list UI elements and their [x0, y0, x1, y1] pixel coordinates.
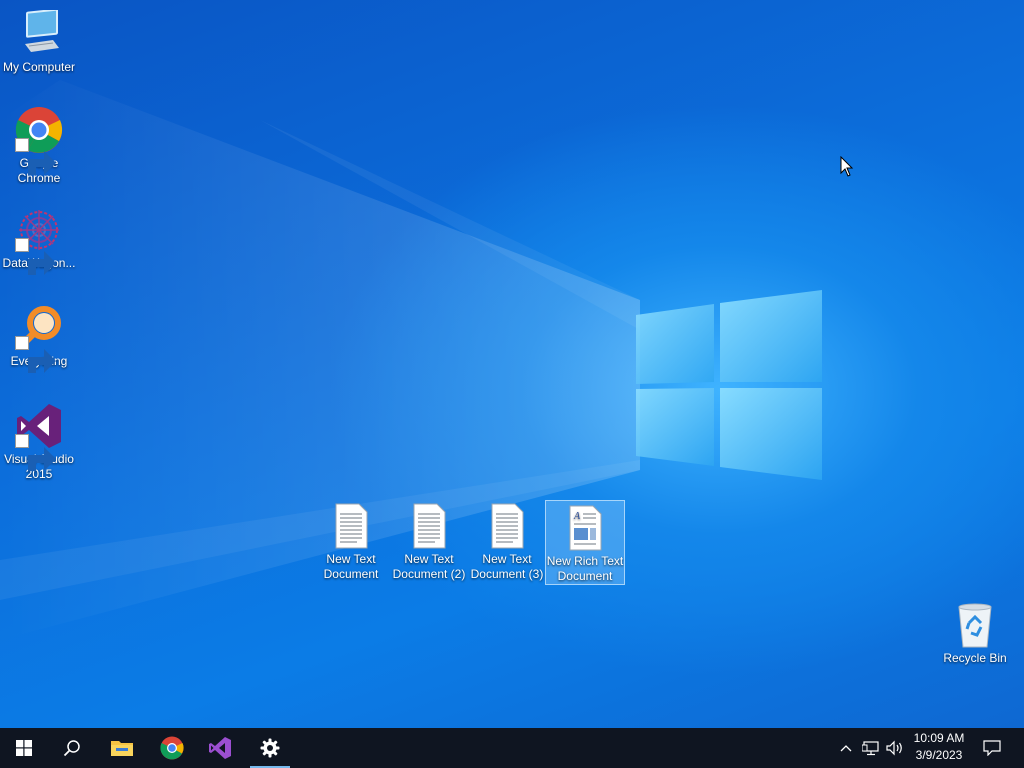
desktop-icon-recycle-bin[interactable]: Recycle Bin [936, 601, 1014, 666]
desktop-icon-visual-studio[interactable]: Visual Studio 2015 [0, 402, 78, 482]
desktop-icon-label: My Computer [2, 60, 76, 74]
search-icon [63, 740, 80, 757]
start-button[interactable] [0, 728, 48, 768]
shortcut-arrow-icon [15, 434, 56, 471]
recycle-bin-icon [951, 601, 999, 649]
gear-icon [260, 738, 280, 758]
svg-text:A: A [573, 511, 581, 522]
desktop-icon-label: Recycle Bin [943, 651, 1007, 665]
shortcut-arrow-icon [15, 238, 56, 275]
datawagon-icon [15, 206, 63, 275]
action-center-button[interactable] [978, 728, 1006, 768]
desktop-icon-new-rich-text-document[interactable]: A New Rich Text Document [545, 500, 625, 585]
computer-icon [15, 10, 63, 58]
search-button[interactable] [48, 728, 96, 768]
desktop-icon-my-computer[interactable]: My Computer [0, 10, 78, 75]
desktop-icon-new-text-document-3[interactable]: New Text Document (3) [468, 502, 546, 582]
windows-logo [636, 290, 822, 480]
tray-volume[interactable] [884, 728, 906, 768]
desktop-icon-new-text-document[interactable]: New Text Document [312, 502, 390, 582]
wallpaper-light-beams [0, 80, 640, 640]
volume-icon [886, 740, 902, 756]
taskbar-google-chrome[interactable] [148, 728, 196, 768]
visual-studio-icon [209, 737, 231, 759]
rich-text-document-icon: A [561, 504, 609, 552]
desktop-icon-everything[interactable]: Everything [0, 304, 78, 373]
chrome-icon [160, 736, 184, 760]
clock-date: 3/9/2023 [915, 748, 963, 762]
mouse-pointer-icon [840, 156, 854, 177]
tray-show-hidden-icons[interactable] [836, 728, 856, 768]
desktop-icon-label: New Text Document (3) [470, 552, 544, 581]
tray-network[interactable] [860, 728, 882, 768]
shortcut-arrow-icon [15, 138, 56, 175]
system-clock[interactable]: 10:09 AM 3/9/2023 [905, 730, 973, 766]
text-document-icon [405, 502, 453, 550]
desktop[interactable]: My Computer Google Chrome [0, 0, 1024, 728]
taskbar-visual-studio[interactable] [196, 728, 244, 768]
visual-studio-icon [15, 402, 63, 471]
desktop-icon-new-text-document-2[interactable]: New Text Document (2) [390, 502, 468, 582]
chevron-up-icon [840, 745, 852, 752]
desktop-icon-datawagon[interactable]: DataWagon... [0, 206, 78, 275]
taskbar-file-explorer[interactable] [98, 728, 146, 768]
taskbar-settings[interactable] [246, 728, 294, 768]
folder-icon [111, 741, 133, 756]
text-document-icon [483, 502, 531, 550]
notification-icon [983, 740, 1001, 756]
desktop-icon-google-chrome[interactable]: Google Chrome [0, 106, 78, 186]
everything-icon [15, 304, 63, 373]
text-document-icon [327, 502, 375, 550]
clock-time: 10:09 AM [913, 731, 965, 745]
desktop-icon-label: New Text Document (2) [392, 552, 466, 581]
network-icon [862, 741, 879, 756]
desktop-icon-label: New Rich Text Document [546, 554, 624, 583]
windows-start-icon [16, 740, 32, 756]
taskbar: 10:09 AM 3/9/2023 [0, 728, 1024, 768]
chrome-icon [15, 106, 63, 175]
shortcut-arrow-icon [15, 336, 56, 373]
desktop-icon-label: New Text Document [323, 552, 379, 581]
